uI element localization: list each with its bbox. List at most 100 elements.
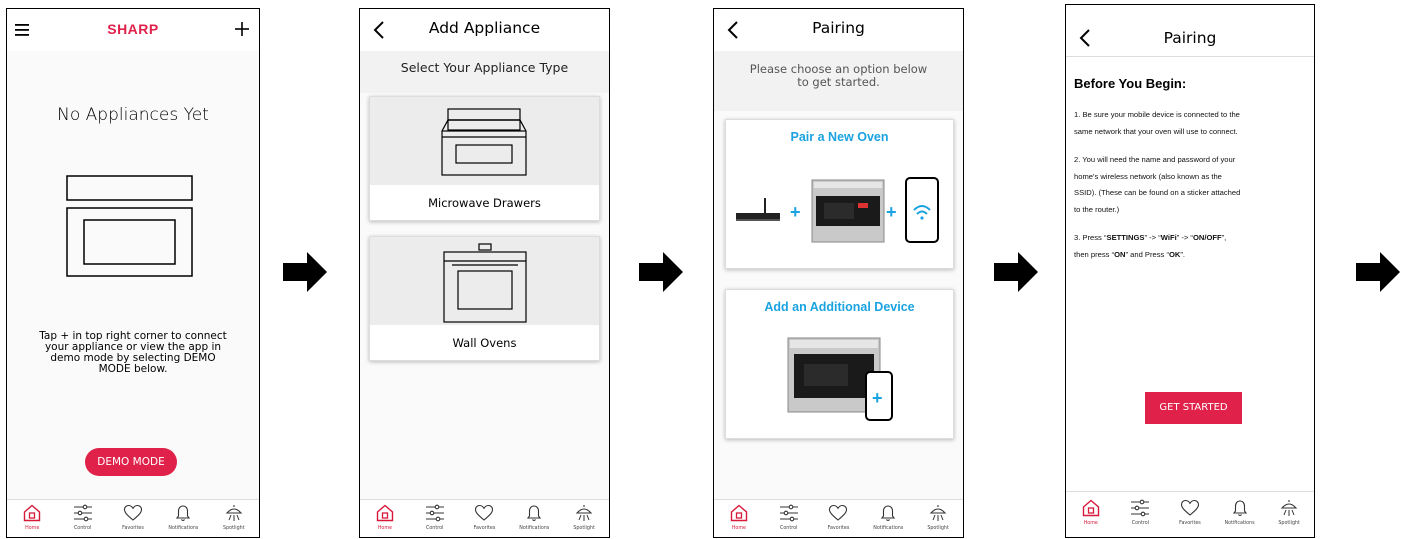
option-label: Wall Ovens: [452, 336, 517, 350]
tab-control[interactable]: Control: [764, 500, 814, 537]
tab-control[interactable]: Control: [1116, 492, 1166, 537]
tab-label: Notifications: [1224, 521, 1255, 526]
step-line: 2. You will need the name and password o…: [1074, 155, 1236, 164]
svg-text:+: +: [886, 202, 897, 222]
header: Add Appliance: [360, 9, 609, 51]
instructions-heading: Before You Begin:: [1074, 76, 1187, 91]
text: then press “: [1074, 249, 1115, 259]
step-line: home's wireless network (also known as t…: [1074, 171, 1222, 181]
tab-spotlight[interactable]: Spotlight: [559, 500, 609, 537]
option-image-area: [370, 237, 599, 325]
tab-notifications[interactable]: Notifications: [509, 500, 559, 537]
text: ON/OFF: [1192, 233, 1222, 242]
sliders-icon: [73, 504, 92, 522]
tab-favorites[interactable]: Favorites: [1165, 492, 1215, 537]
step-line: 3. Press “SETTINGS” -> “WiFi” -> “ON/OFF…: [1074, 230, 1308, 247]
header: Pairing: [714, 9, 963, 51]
svg-text:+: +: [872, 388, 883, 408]
screen-pairing-options: Pairing Please choose an option below to…: [713, 8, 964, 538]
sliders-icon: [1131, 499, 1150, 517]
tab-home[interactable]: Home: [1066, 492, 1116, 537]
tab-favorites[interactable]: Favorites: [814, 500, 864, 537]
home-icon: [1082, 499, 1099, 517]
tab-notifications[interactable]: Notifications: [863, 500, 913, 537]
tab-label: Control: [73, 526, 92, 531]
text: ”.: [1180, 249, 1185, 259]
home-icon: [24, 504, 41, 522]
tab-home[interactable]: Home: [360, 500, 410, 537]
bell-icon: [527, 505, 542, 522]
tab-label: Notifications: [519, 526, 550, 531]
text: 3. Press “: [1074, 233, 1107, 242]
text: OK: [1168, 249, 1181, 259]
flow-arrow-icon: [1356, 252, 1400, 292]
tab-label: Control: [780, 526, 798, 531]
add-icon[interactable]: [235, 22, 249, 36]
screen-pairing-instructions: Pairing Before You Begin: 1. Be sure you…: [1065, 4, 1315, 538]
option-wall-ovens[interactable]: Wall Ovens: [369, 236, 600, 361]
step-line: to the router.): [1074, 204, 1120, 214]
microwave-drawer-icon: [441, 108, 527, 176]
option-pair-new-oven[interactable]: Pair a New Oven + +: [725, 119, 954, 269]
tab-notifications[interactable]: Notifications: [1215, 492, 1265, 537]
tab-label: Notifications: [168, 526, 199, 531]
option-microwave-drawers[interactable]: Microwave Drawers: [369, 96, 600, 221]
oven-with-phone-icon: +: [787, 337, 893, 421]
text: SETTINGS: [1106, 233, 1145, 242]
tab-home[interactable]: Home: [7, 500, 57, 537]
text: ”,: [1221, 233, 1227, 242]
home-icon: [376, 504, 394, 522]
page-title: Pairing: [812, 19, 865, 37]
tab-label: Home: [25, 526, 40, 531]
text: WiFi: [1160, 233, 1177, 242]
tab-spotlight[interactable]: Spotlight: [1264, 492, 1314, 537]
svg-text:+: +: [790, 202, 801, 222]
step-line: 1. Be sure your mobile device is connect…: [1074, 110, 1240, 119]
flow-arrow-icon: [283, 252, 327, 292]
step-2: 2. You will need the name and password o…: [1074, 152, 1308, 218]
step-line: same network that your oven will use to …: [1074, 126, 1238, 136]
tab-bar: Home Control Favorites Notifications Spo…: [360, 499, 609, 537]
tab-home[interactable]: Home: [714, 500, 764, 537]
option-add-additional-device[interactable]: Add an Additional Device +: [725, 289, 954, 439]
tab-control[interactable]: Control: [410, 500, 460, 537]
text: ON: [1114, 249, 1126, 259]
demo-mode-button[interactable]: DEMO MODE: [85, 448, 177, 476]
heart-icon: [1180, 499, 1200, 516]
sliders-icon: [425, 504, 444, 522]
home-icon: [730, 504, 748, 522]
router-oven-phone-icon: + +: [736, 177, 939, 243]
home-header: SHARP: [7, 9, 259, 51]
tab-spotlight[interactable]: Spotlight: [209, 500, 259, 537]
step-line: SSID). (These can be found on a sticker …: [1074, 188, 1241, 197]
page-title: Add Appliance: [428, 19, 541, 37]
bell-icon: [176, 505, 191, 522]
heart-icon: [123, 504, 143, 521]
sharp-logo: SHARP: [107, 21, 159, 37]
spotlight-icon: [575, 505, 593, 521]
tab-spotlight[interactable]: Spotlight: [913, 500, 963, 537]
tab-label: Favorites: [827, 526, 850, 531]
text: ” and Press “: [1125, 249, 1169, 259]
tab-label: Home: [1083, 521, 1098, 526]
tab-label: Favorites: [1179, 521, 1201, 526]
empty-state-instructions: Tap + in top right corner to connect you…: [7, 331, 259, 375]
option-title: Pair a New Oven: [790, 130, 889, 144]
tab-label: Control: [1131, 521, 1150, 526]
get-started-button[interactable]: GET STARTED: [1145, 392, 1242, 424]
spotlight-icon: [1280, 500, 1298, 516]
empty-state-heading: No Appliances Yet: [57, 105, 209, 125]
page-title: Pairing: [1163, 29, 1217, 47]
tab-label: Favorites: [473, 526, 496, 531]
tab-favorites[interactable]: Favorites: [460, 500, 510, 537]
tab-notifications[interactable]: Notifications: [158, 500, 208, 537]
tab-control[interactable]: Control: [57, 500, 107, 537]
subtitle-band: Select Your Appliance Type: [360, 51, 609, 93]
wall-oven-icon: [443, 243, 527, 323]
spotlight-icon: [225, 505, 243, 521]
tab-favorites[interactable]: Favorites: [108, 500, 158, 537]
tab-label: Spotlight: [573, 526, 595, 531]
flow-arrow-icon: [639, 252, 683, 292]
heart-icon: [475, 504, 494, 521]
bell-icon: [881, 505, 896, 522]
